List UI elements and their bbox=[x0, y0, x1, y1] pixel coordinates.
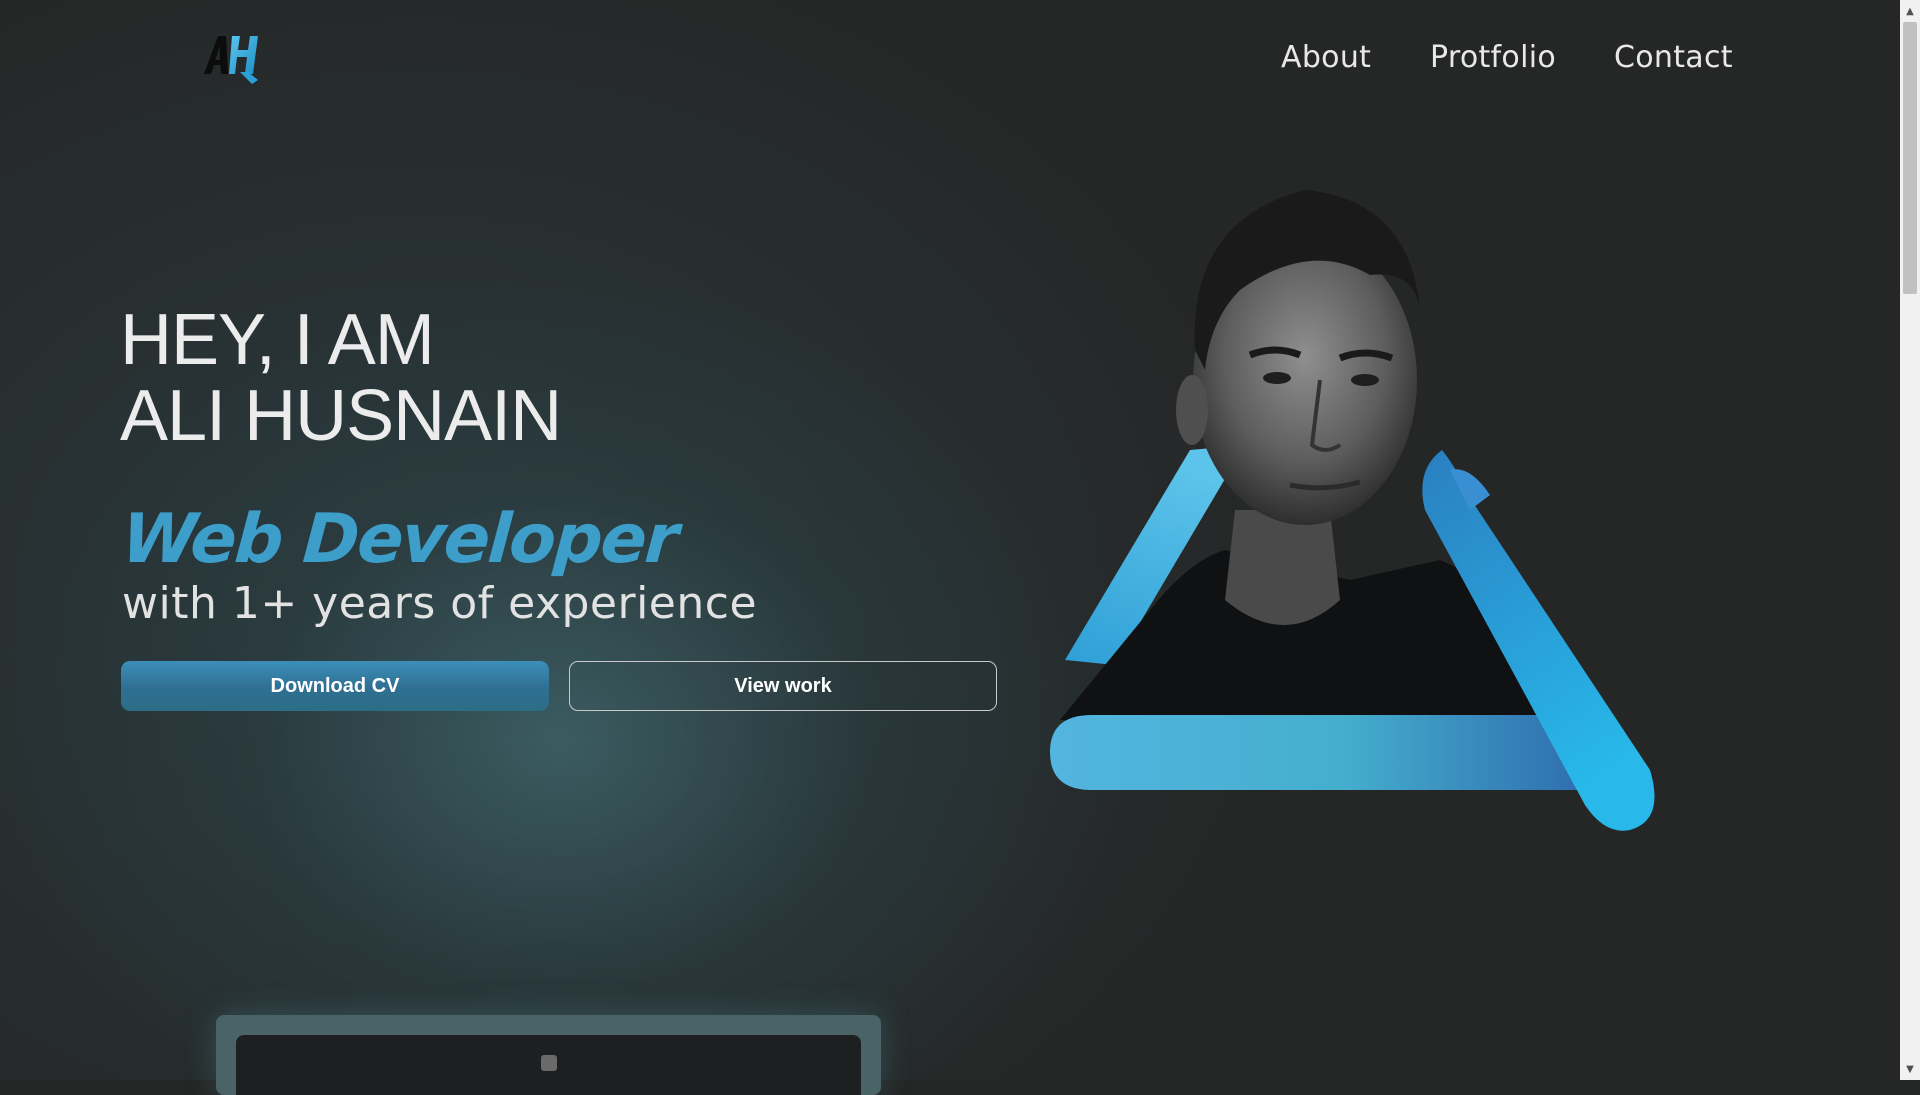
triangle-base bbox=[1050, 715, 1580, 790]
page-scrollbar[interactable]: ▲ ▼ bbox=[1900, 0, 1920, 1080]
preview-icon bbox=[541, 1055, 557, 1071]
nav-contact-link[interactable]: Contact bbox=[1614, 40, 1733, 75]
nav-about-link[interactable]: About bbox=[1281, 40, 1371, 75]
ah-logo[interactable] bbox=[202, 30, 264, 86]
scrollbar-thumb[interactable] bbox=[1903, 22, 1917, 294]
nav-portfolio-link[interactable]: Protfolio bbox=[1430, 40, 1556, 75]
greeting-line-2: ALI HUSNAIN bbox=[120, 376, 562, 456]
hero-greeting: HEY, I AM ALI HUSNAIN bbox=[120, 300, 562, 456]
download-cv-button[interactable]: Download CV bbox=[121, 661, 549, 711]
hero-role: Web Developer bbox=[119, 500, 680, 579]
portrait-triangle-art bbox=[1020, 180, 1680, 840]
scroll-down-arrow-icon[interactable]: ▼ bbox=[1900, 1060, 1920, 1078]
project-preview-screen bbox=[236, 1035, 861, 1095]
view-work-button[interactable]: View work bbox=[569, 661, 997, 711]
greeting-line-1: HEY, I AM bbox=[120, 300, 435, 380]
hero-experience: with 1+ years of experience bbox=[122, 578, 758, 629]
project-preview-card[interactable] bbox=[216, 1015, 881, 1095]
scroll-up-arrow-icon[interactable]: ▲ bbox=[1900, 2, 1920, 20]
